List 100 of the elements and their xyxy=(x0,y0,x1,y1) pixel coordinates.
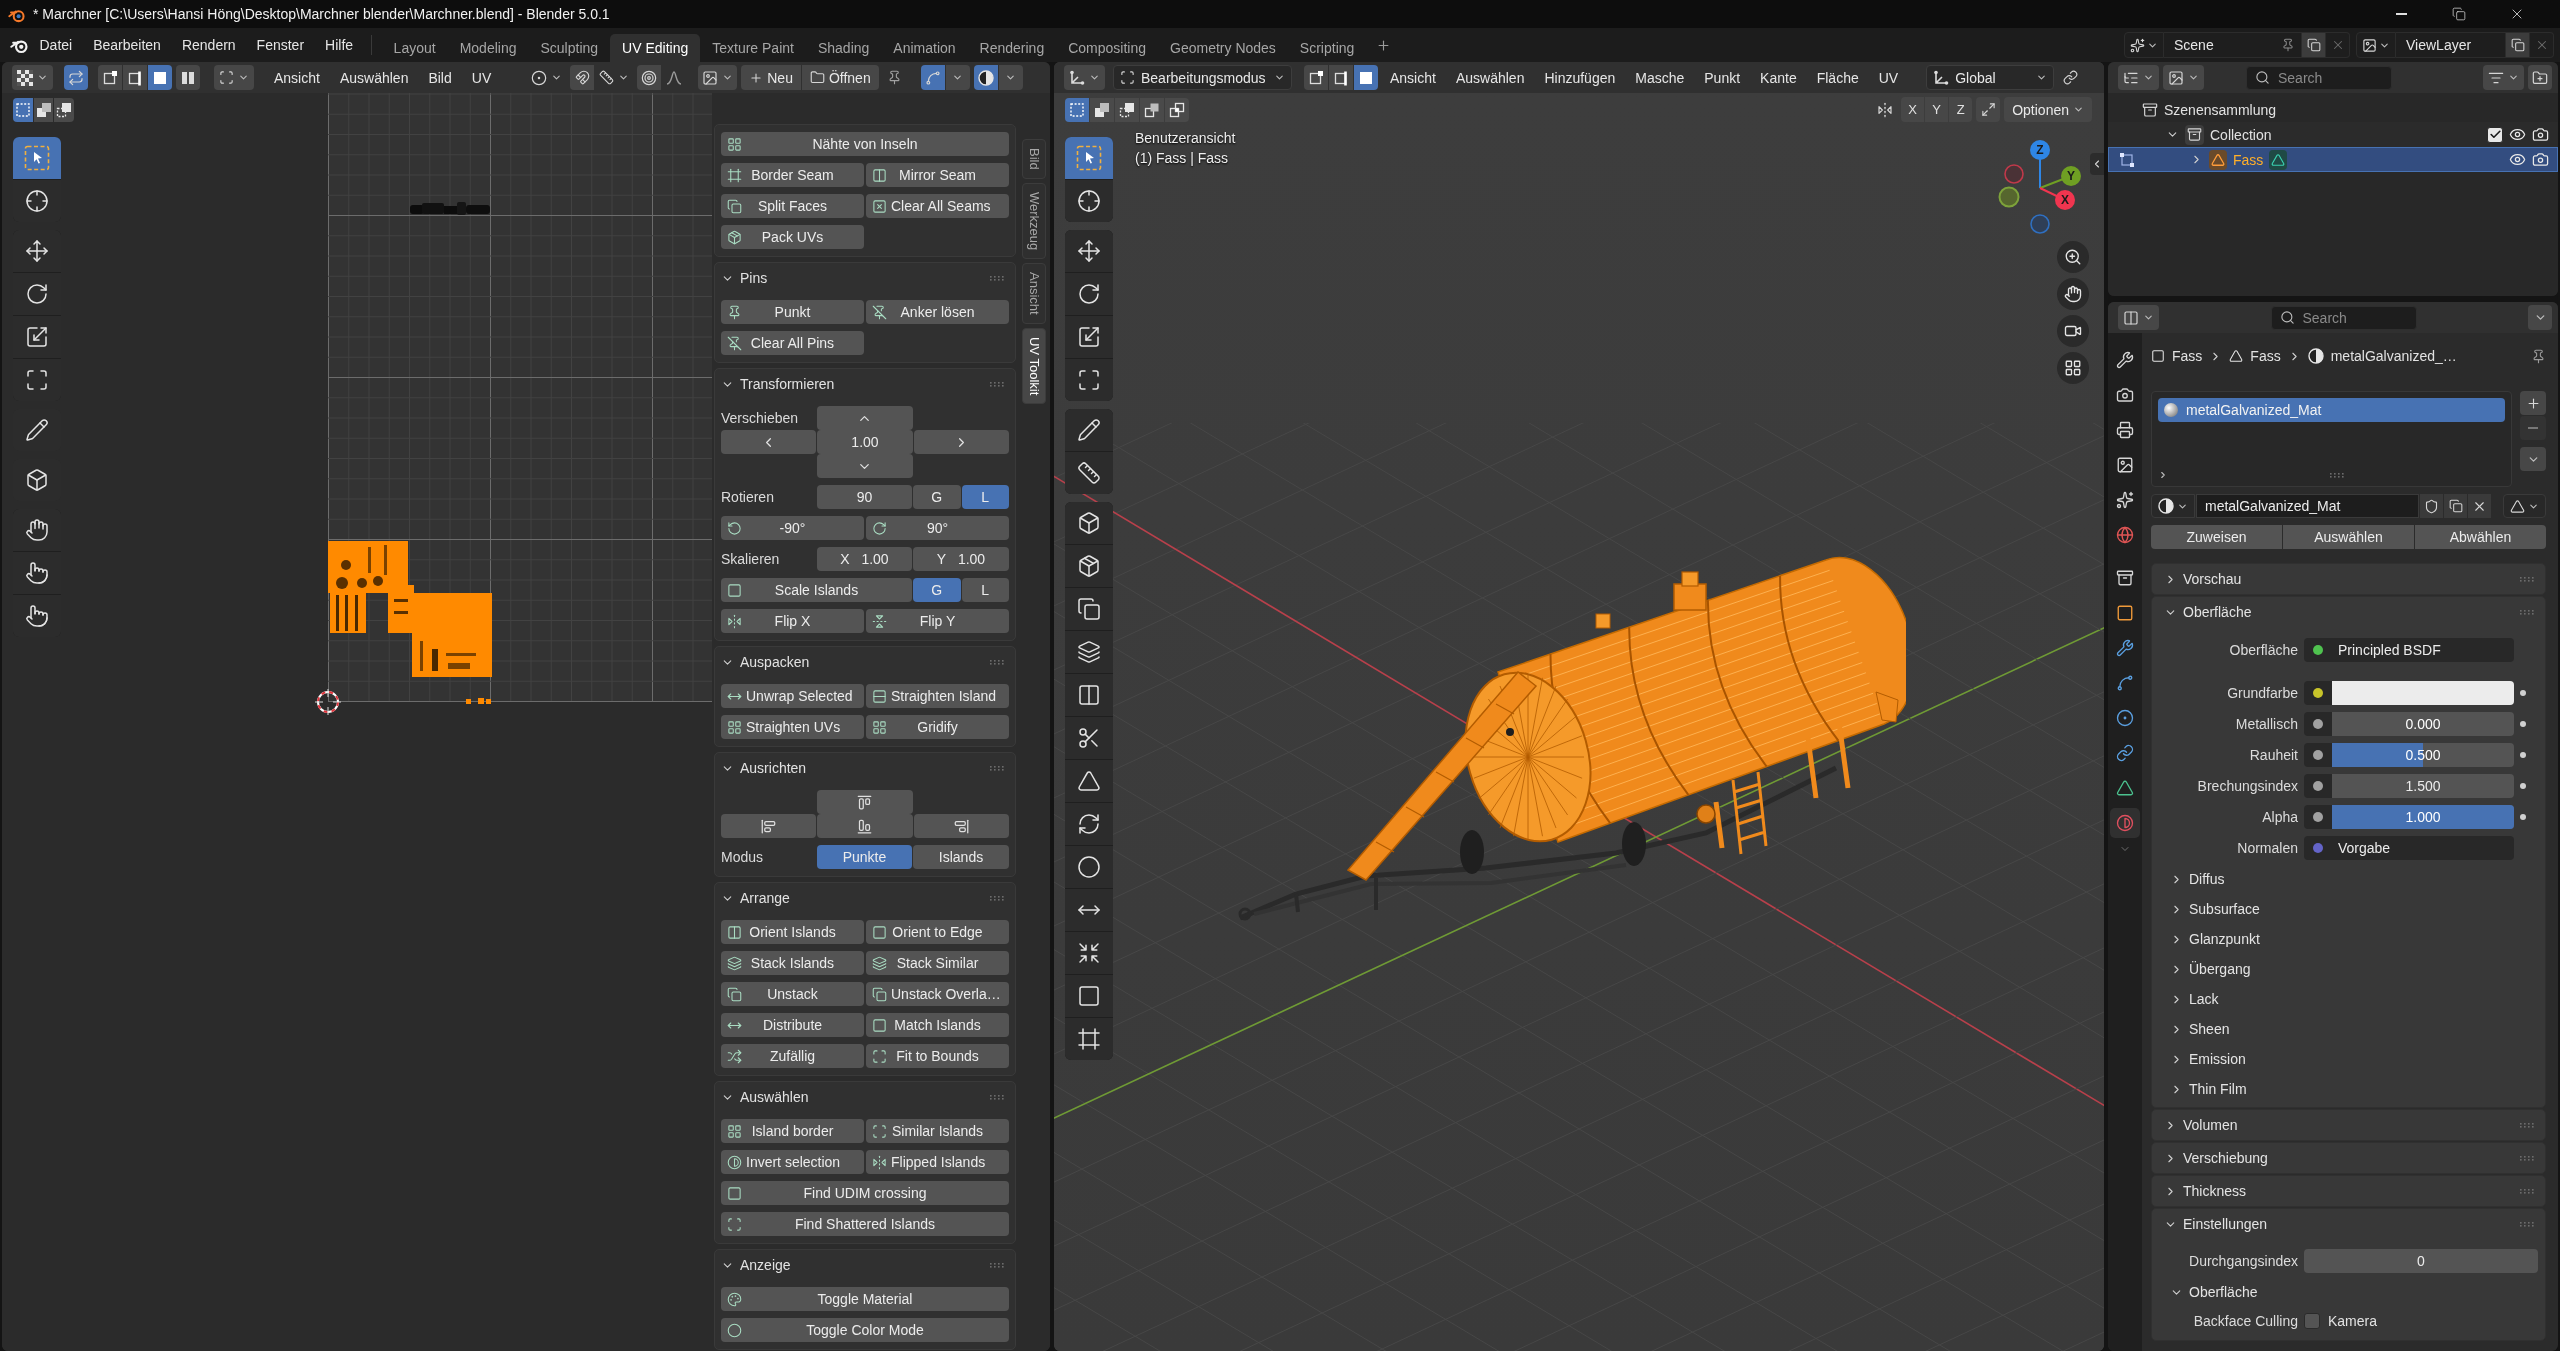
workspace-tab[interactable]: Layout xyxy=(381,34,448,62)
dot-icon[interactable] xyxy=(2520,690,2526,696)
menu-item[interactable]: Fenster xyxy=(246,32,315,58)
menu-item[interactable]: Datei xyxy=(29,32,83,58)
tool-button[interactable]: Gridify xyxy=(866,715,1009,739)
sidebar-toggle[interactable] xyxy=(2090,153,2104,175)
tool-button[interactable] xyxy=(1065,674,1113,716)
sidebar-tab[interactable]: Bild xyxy=(1022,139,1046,179)
selection-mode-button[interactable] xyxy=(33,98,54,122)
icon-button[interactable] xyxy=(721,814,817,838)
tool-button[interactable] xyxy=(1065,803,1113,845)
tool-button[interactable]: Orient Islands xyxy=(721,920,864,944)
tool-button[interactable]: Zufällig xyxy=(721,1044,864,1068)
add-slot-button[interactable] xyxy=(2520,391,2546,415)
select-mode-button[interactable] xyxy=(98,65,122,90)
slider-field[interactable]: 0.500 xyxy=(2332,743,2514,767)
checkbox[interactable] xyxy=(2487,126,2503,143)
panel-header[interactable]: Auswählen xyxy=(721,1082,1009,1112)
menu-item[interactable]: Bearbeiten xyxy=(82,32,172,58)
copy-scene-button[interactable] xyxy=(2302,32,2326,58)
outliner-row[interactable]: Fass xyxy=(2108,147,2558,172)
workspace-tab[interactable]: Rendering xyxy=(967,34,1057,62)
tool-button[interactable]: Fit to Bounds xyxy=(866,1044,1009,1068)
tool-button[interactable]: -90° xyxy=(721,516,864,540)
tool-button[interactable]: Orient to Edge xyxy=(866,920,1009,944)
sticky-select-dropdown[interactable] xyxy=(214,65,254,90)
axis-toggle[interactable]: Y xyxy=(1925,97,1949,122)
panel-header[interactable]: Arrange xyxy=(721,883,1009,913)
subpanel-header[interactable]: Subsurface xyxy=(2152,894,2545,924)
tool-button[interactable]: Nähte von Inseln xyxy=(721,132,1009,156)
tool-button[interactable] xyxy=(1065,932,1113,974)
view-layer-type-dropdown[interactable] xyxy=(2356,32,2396,58)
number-field[interactable]: 90 xyxy=(817,485,912,509)
selection-mode-button[interactable] xyxy=(1115,97,1139,122)
tool-button[interactable]: Island border xyxy=(721,1119,864,1143)
select-mode-button[interactable] xyxy=(123,65,147,90)
sidebar-tab[interactable]: Werkzeug xyxy=(1022,182,1046,259)
icon-button[interactable] xyxy=(817,814,913,838)
toggle-button[interactable]: G xyxy=(913,485,961,509)
subpanel-header[interactable]: Lack xyxy=(2152,984,2545,1014)
menu-item[interactable]: Ansicht xyxy=(1382,65,1444,90)
panel-header[interactable]: Thickness xyxy=(2152,1176,2545,1206)
number-field[interactable]: 1.500 xyxy=(2332,774,2514,798)
select-mode-button[interactable] xyxy=(148,65,172,90)
tool-button[interactable]: Stack Islands xyxy=(721,951,864,975)
selection-mode-button[interactable] xyxy=(1165,97,1189,122)
sidebar-tab[interactable]: UV Toolkit xyxy=(1022,327,1046,404)
tool-button[interactable] xyxy=(1065,452,1113,494)
workspace-tab[interactable]: Shading xyxy=(805,34,882,62)
number-field[interactable]: X 1.00 xyxy=(817,547,912,571)
menu-item[interactable]: UV xyxy=(463,65,500,90)
editor-type-dropdown[interactable] xyxy=(12,65,53,90)
workspace-tab[interactable]: UV Editing xyxy=(610,34,701,62)
duplicate-material-button[interactable] xyxy=(2444,494,2467,518)
tool-button[interactable] xyxy=(1065,717,1113,759)
tool-button[interactable]: Straighten UVs xyxy=(721,715,864,739)
menu-item[interactable]: Auswählen xyxy=(1447,65,1533,90)
auto-merge-toggle[interactable] xyxy=(1976,97,2001,122)
zoom-button[interactable] xyxy=(2057,241,2089,273)
slot-menu-button[interactable] xyxy=(2520,447,2546,471)
material-name-field[interactable]: metalGalvanized_Mat xyxy=(2196,494,2419,518)
tool-button[interactable]: Stack Similar xyxy=(866,951,1009,975)
menu-item[interactable]: Punkt xyxy=(1696,65,1749,90)
shader-link-field[interactable]: Principled BSDF xyxy=(2332,638,2514,662)
menu-item[interactable]: Bild xyxy=(420,65,460,90)
scene-name-field[interactable]: Scene xyxy=(2164,32,2302,58)
panel-header[interactable]: Transformieren xyxy=(721,369,1009,399)
menu-item[interactable]: UV xyxy=(1870,65,1907,90)
slot-action-button[interactable]: Abwählen xyxy=(2415,525,2546,549)
tool-button[interactable] xyxy=(1065,889,1113,931)
workspace-tab[interactable]: Compositing xyxy=(1056,34,1159,62)
slot-action-button[interactable]: Auswählen xyxy=(2283,525,2414,549)
tool-button[interactable]: Unwrap Selected xyxy=(721,684,864,708)
tool-button[interactable] xyxy=(1065,502,1113,544)
selection-mode-button[interactable] xyxy=(1140,97,1164,122)
number-field[interactable]: 1.00 xyxy=(817,430,913,454)
display-toggle[interactable] xyxy=(920,65,945,90)
panel-header[interactable]: Oberfläche xyxy=(2152,597,2545,627)
menu-item[interactable]: Hilfe xyxy=(314,32,364,58)
editor-type-dropdown[interactable] xyxy=(2118,305,2159,330)
editor-type-dropdown[interactable] xyxy=(1064,65,1105,90)
tool-button[interactable]: Similar Islands xyxy=(866,1119,1009,1143)
menu-item[interactable]: Auswählen xyxy=(331,65,417,90)
tool-button[interactable] xyxy=(1065,359,1113,401)
axis-toggle[interactable]: Z xyxy=(1949,97,1973,122)
panel-header[interactable]: Verschiebung xyxy=(2152,1143,2545,1173)
slider-field[interactable]: 0.000 xyxy=(2332,712,2514,736)
proportional-edit-toggle[interactable] xyxy=(637,65,662,90)
tool-button[interactable] xyxy=(1065,180,1113,222)
toggle-button[interactable]: Islands xyxy=(913,845,1009,869)
dot-icon[interactable] xyxy=(2520,814,2526,820)
open-image-button[interactable]: Öffnen xyxy=(801,65,879,90)
camera-icon[interactable] xyxy=(2532,126,2549,143)
view-layer-name-field[interactable]: ViewLayer xyxy=(2396,32,2506,58)
axis-handle[interactable]: Y xyxy=(2061,166,2081,186)
new-image-button[interactable]: Neu xyxy=(741,65,801,90)
workspace-tab[interactable]: Scripting xyxy=(1287,34,1367,62)
new-collection-button[interactable] xyxy=(2528,65,2552,90)
toggle-button[interactable]: L xyxy=(961,485,1009,509)
tool-button[interactable]: Toggle Material xyxy=(721,1287,1009,1311)
